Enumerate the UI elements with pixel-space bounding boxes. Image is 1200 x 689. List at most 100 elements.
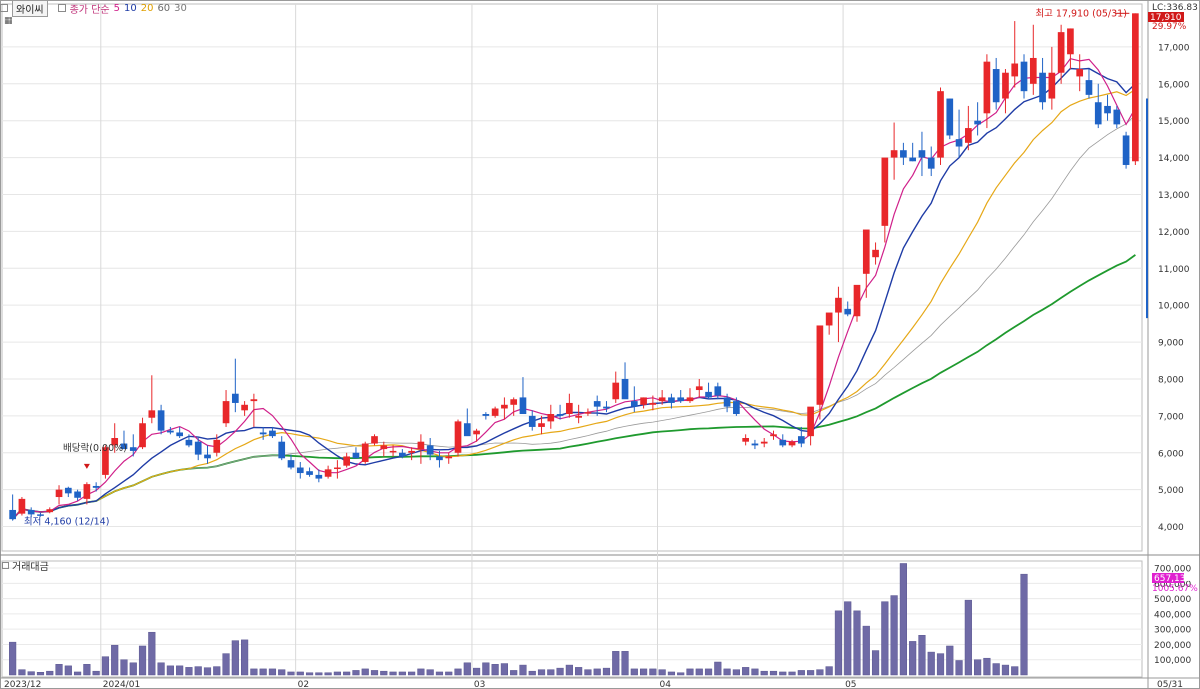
date-axis-label: 04 — [660, 680, 672, 689]
volume-bar — [890, 595, 898, 676]
candle-body — [1011, 63, 1019, 77]
volume-bar — [435, 671, 444, 676]
candle-body — [630, 401, 638, 407]
date-axis-label: 05 — [845, 680, 856, 689]
date-axis-label: 2023/12 — [4, 680, 41, 689]
price-panel-frame — [1, 3, 1143, 552]
volume-bar — [575, 667, 583, 676]
volume-bar — [797, 670, 805, 676]
candle-body — [566, 402, 573, 415]
volume-bar — [278, 669, 286, 676]
candle-body — [668, 397, 675, 403]
candle-body — [1113, 109, 1121, 125]
volume-bar — [231, 640, 239, 676]
candle-body — [1020, 61, 1028, 92]
candle-body — [139, 423, 146, 448]
grid-icon[interactable]: ▦ — [4, 16, 13, 26]
candle-body — [473, 430, 480, 435]
volume-bar — [176, 665, 184, 676]
indicator-title: 종가 단순 — [69, 4, 110, 16]
candle-body — [1085, 80, 1093, 95]
volume-bar — [909, 641, 917, 676]
candle-body — [167, 430, 174, 433]
candle-body — [1132, 13, 1139, 162]
volume-bar — [408, 671, 416, 676]
volume-bar — [361, 668, 369, 676]
volume-tick-label: 500,000 — [1154, 595, 1191, 605]
volume-bar — [593, 668, 601, 676]
volume-bar — [565, 664, 573, 676]
volume-bar — [500, 663, 509, 676]
candle-body — [862, 229, 870, 274]
volume-bar — [111, 644, 119, 676]
candle-body — [463, 423, 471, 437]
volume-bar — [936, 653, 945, 676]
candle-body — [658, 397, 666, 402]
volume-bar — [482, 662, 490, 676]
volume-bar — [547, 669, 555, 676]
candle-body — [1002, 72, 1009, 99]
volume-bar — [556, 667, 564, 676]
volume-checkbox[interactable] — [2, 562, 9, 569]
volume-bar — [64, 665, 72, 676]
candle-body — [74, 491, 81, 498]
volume-bar — [639, 668, 648, 676]
volume-bar — [73, 671, 82, 676]
candle-body — [454, 421, 462, 453]
dividend-annotation: 배당락(0.00%) — [63, 442, 127, 454]
volume-bar — [18, 669, 26, 676]
candle-body — [491, 408, 499, 416]
candle-body — [797, 436, 805, 444]
price-tick-label: 15,000 — [1158, 117, 1190, 127]
indicator-checkbox[interactable] — [57, 4, 66, 12]
candle-body — [1048, 72, 1056, 99]
volume-bar — [120, 659, 128, 676]
volume-bar — [454, 668, 462, 676]
volume-bar — [27, 671, 35, 676]
volume-bar — [213, 666, 221, 676]
volume-bar — [101, 656, 110, 676]
candle-body — [510, 399, 518, 405]
volume-bar — [352, 670, 360, 676]
candle-body — [881, 157, 889, 226]
candle-body — [751, 443, 759, 446]
candle-body — [352, 452, 360, 459]
volume-bar — [528, 670, 536, 676]
volume-bar — [964, 599, 972, 676]
volume-bar — [426, 669, 434, 676]
volume-bar — [491, 664, 499, 676]
volume-bar — [630, 668, 638, 676]
volume-bar — [927, 651, 935, 676]
volume-bar — [333, 671, 341, 676]
volume-bar — [677, 672, 685, 676]
header-checkbox[interactable] — [0, 4, 8, 12]
ma5-line — [12, 58, 1136, 520]
volume-bar — [723, 668, 731, 676]
high-annotation: 최고 17,910 (05/31) — [1035, 8, 1127, 19]
volume-bar — [955, 660, 963, 676]
candle-body — [649, 402, 657, 405]
candle-body — [844, 308, 852, 315]
volume-bar — [250, 668, 258, 676]
candle-body — [918, 150, 926, 158]
candle-body — [129, 447, 137, 451]
candle-body — [1039, 72, 1046, 103]
candle-body — [733, 401, 740, 415]
volume-bar — [881, 601, 889, 676]
volume-bar — [649, 668, 657, 676]
volume-bar — [185, 667, 193, 676]
candle-body — [779, 439, 787, 446]
ma10-label: 10 — [123, 2, 137, 14]
candle-body — [64, 487, 72, 494]
symbol-label[interactable]: 와이씨 — [12, 0, 48, 17]
volume-bar — [55, 664, 63, 676]
volume-tick-label: 100,000 — [1154, 656, 1191, 666]
candle-body — [788, 441, 796, 446]
candle-body — [705, 391, 712, 398]
candle-body — [890, 150, 898, 158]
candle-body — [1029, 57, 1037, 84]
price-tick-label: 10,000 — [1158, 302, 1190, 312]
date-axis-label: 05/31 — [1157, 680, 1183, 689]
volume-bar — [129, 662, 137, 676]
candle-body — [1076, 69, 1084, 77]
